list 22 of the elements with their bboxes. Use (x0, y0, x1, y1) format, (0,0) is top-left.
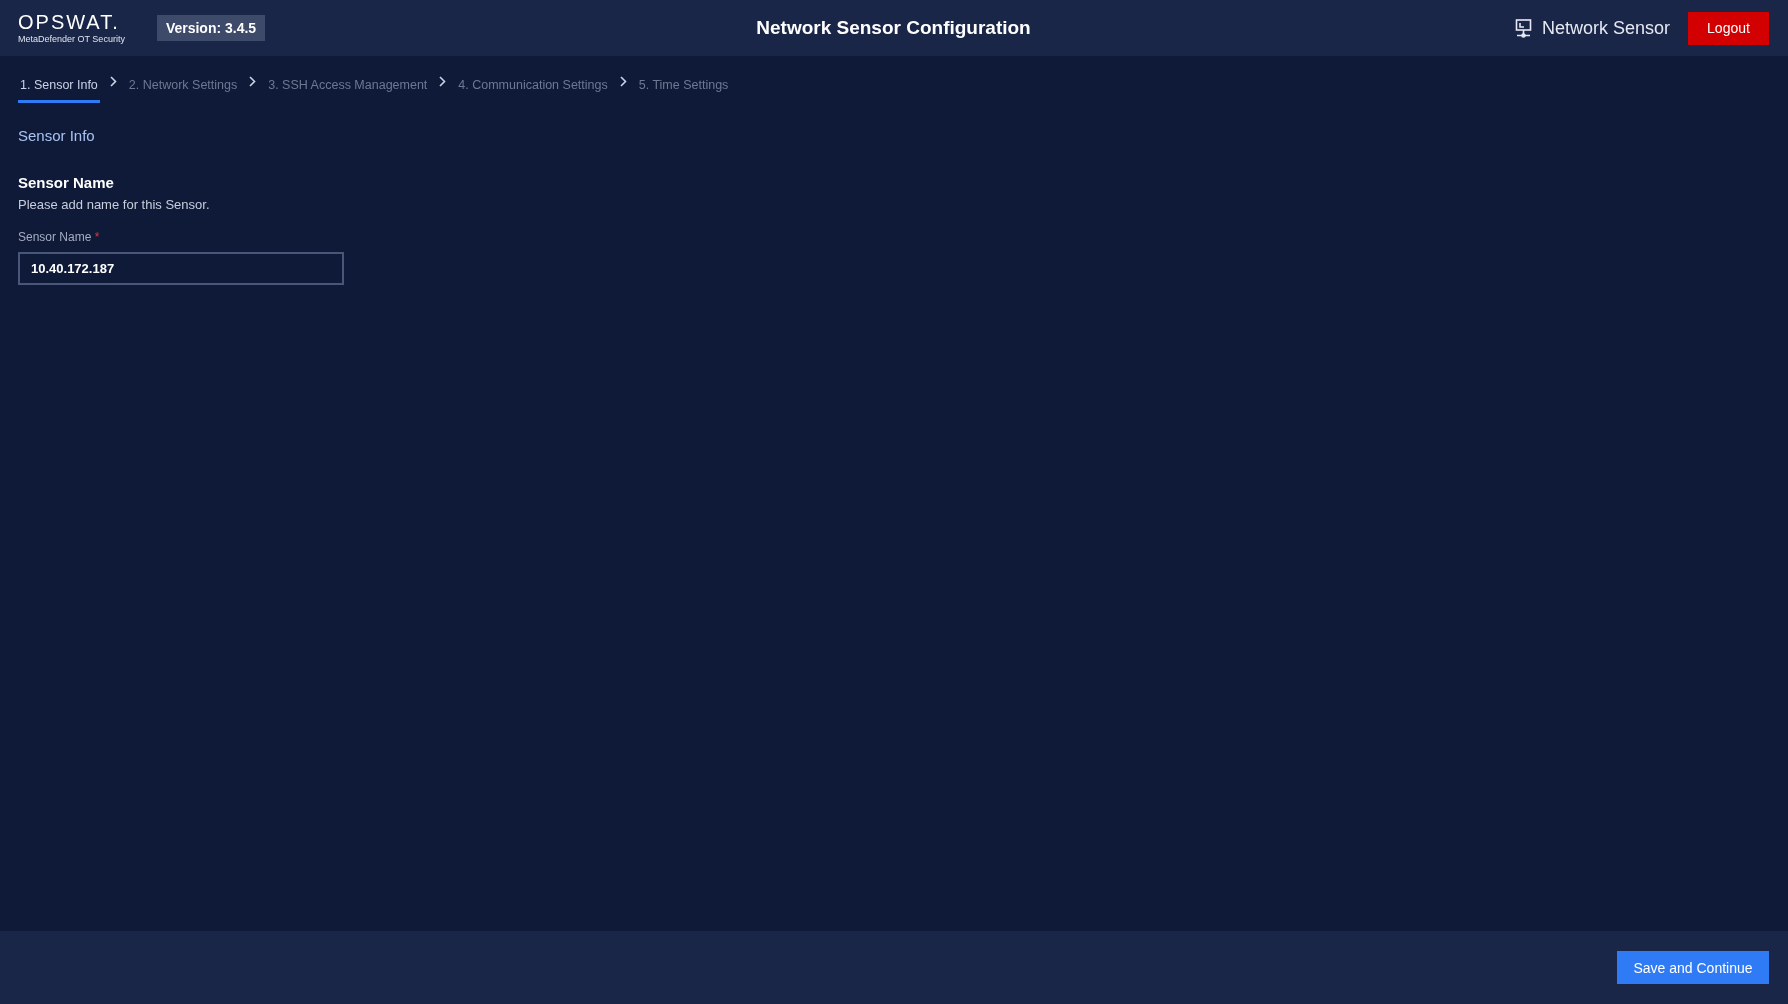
field-description: Please add name for this Sensor. (18, 197, 210, 212)
version-badge: Version: 3.4.5 (156, 15, 266, 41)
chevron-right-icon (109, 76, 117, 87)
logout-button[interactable]: Logout (1688, 11, 1769, 45)
step-tab[interactable]: 4. Communication Settings (456, 78, 610, 103)
chevron-right-icon (439, 76, 447, 87)
field-label: Sensor Name * (18, 230, 100, 244)
step-tab[interactable]: 1. Sensor Info (18, 78, 100, 103)
product-name: MetaDefender OT Security (18, 35, 125, 44)
save-and-continue-button[interactable]: Save and Continue (1617, 951, 1769, 984)
network-computer-icon (1514, 18, 1532, 38)
step-tab[interactable]: 2. Network Settings (126, 78, 240, 103)
sensor-label: Network Sensor (1541, 17, 1670, 39)
field-heading: Sensor Name (18, 174, 114, 191)
step-tab[interactable]: 5. Time Settings (636, 78, 731, 103)
page-title: Network Sensor Configuration (756, 17, 1031, 39)
step-tab[interactable]: 3. SSH Access Management (266, 78, 430, 103)
chevron-right-icon (619, 76, 627, 87)
sensor-name-field[interactable]: 10.40.172.187 (18, 252, 344, 285)
brand-logo: OPSWAT. (18, 12, 121, 32)
section-title: Sensor Info (18, 127, 95, 144)
chevron-right-icon (249, 76, 257, 87)
